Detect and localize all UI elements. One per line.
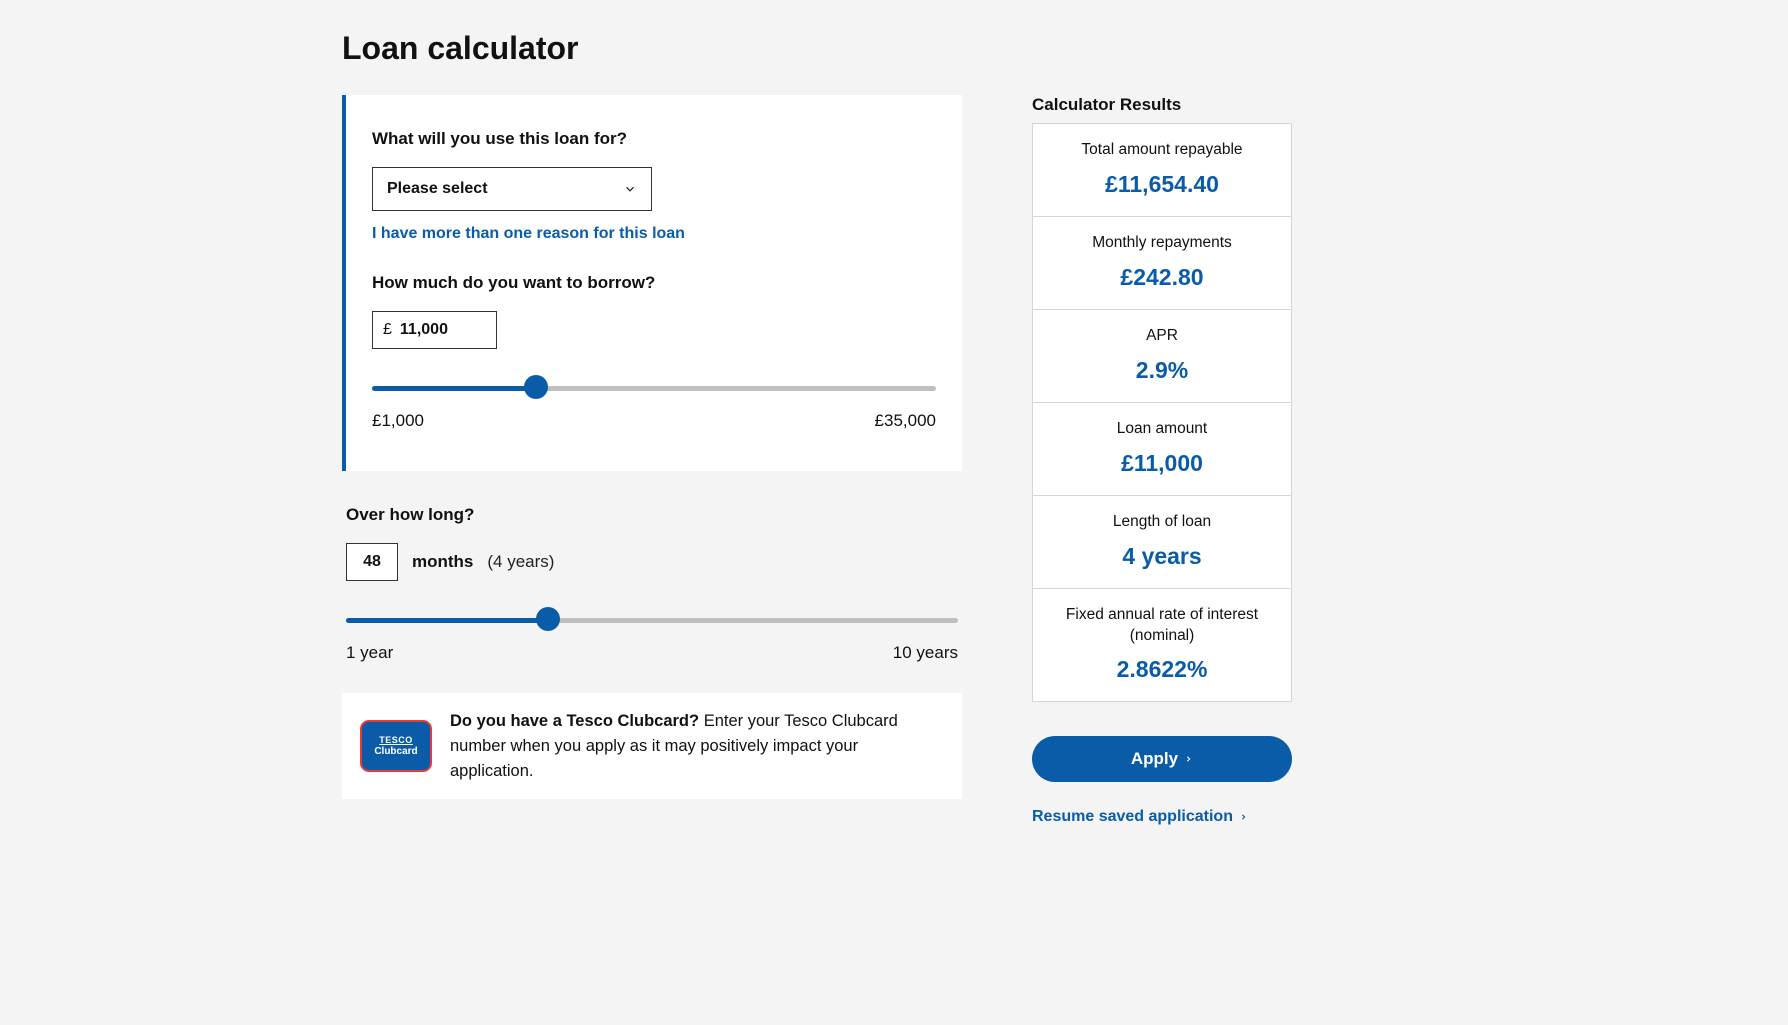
- purpose-select[interactable]: Please select: [372, 167, 652, 211]
- currency-symbol: £: [383, 321, 392, 339]
- term-label: Over how long?: [346, 505, 958, 525]
- term-slider-fill: [346, 618, 548, 623]
- purpose-label: What will you use this loan for?: [372, 129, 936, 149]
- term-slider-handle[interactable]: [536, 607, 560, 631]
- months-years-hint: (4 years): [487, 552, 554, 572]
- result-value: 2.8622%: [1045, 656, 1279, 683]
- purpose-select-value: Please select: [387, 180, 488, 198]
- amount-value: 11,000: [400, 321, 448, 339]
- term-max-label: 10 years: [893, 643, 958, 663]
- amount-block: How much do you want to borrow? £ 11,000…: [372, 273, 936, 431]
- clubcard-badge-line2: Clubcard: [374, 746, 417, 758]
- result-label: APR: [1045, 326, 1279, 347]
- months-input[interactable]: 48: [346, 543, 398, 581]
- result-label: Length of loan: [1045, 512, 1279, 533]
- clubcard-panel: TESCO Clubcard Do you have a Tesco Clubc…: [342, 693, 962, 799]
- result-value: £11,000: [1045, 450, 1279, 477]
- result-value: £242.80: [1045, 264, 1279, 291]
- clubcard-badge-line1: TESCO: [379, 735, 413, 745]
- months-unit: months: [412, 552, 473, 572]
- results-title: Calculator Results: [1032, 95, 1292, 115]
- amount-min-label: £1,000: [372, 411, 424, 431]
- result-value: £11,654.40: [1045, 171, 1279, 198]
- term-slider[interactable]: [346, 609, 958, 631]
- result-label: Loan amount: [1045, 419, 1279, 440]
- clubcard-badge: TESCO Clubcard: [360, 720, 432, 772]
- term-block: Over how long? 48 months (4 years) 1 yea…: [342, 505, 962, 663]
- loan-form-card: What will you use this loan for? Please …: [342, 95, 962, 471]
- amount-max-label: £35,000: [875, 411, 936, 431]
- chevron-right-icon: [1239, 810, 1248, 824]
- amount-slider-fill: [372, 386, 536, 391]
- amount-slider-handle[interactable]: [524, 375, 548, 399]
- resume-application-link[interactable]: Resume saved application: [1032, 808, 1248, 826]
- result-row-monthly: Monthly repayments £242.80: [1033, 217, 1291, 310]
- apply-button[interactable]: Apply: [1032, 736, 1292, 782]
- result-label: Total amount repayable: [1045, 140, 1279, 161]
- result-value: 2.9%: [1045, 357, 1279, 384]
- result-row-length: Length of loan 4 years: [1033, 496, 1291, 589]
- results-box: Total amount repayable £11,654.40 Monthl…: [1032, 123, 1292, 702]
- result-label: Monthly repayments: [1045, 233, 1279, 254]
- result-row-loan-amount: Loan amount £11,000: [1033, 403, 1291, 496]
- multi-reason-link[interactable]: I have more than one reason for this loa…: [372, 225, 685, 243]
- amount-input[interactable]: £ 11,000: [372, 311, 497, 349]
- clubcard-text: Do you have a Tesco Clubcard? Enter your…: [450, 709, 944, 783]
- chevron-right-icon: [1184, 752, 1193, 766]
- amount-slider[interactable]: [372, 377, 936, 399]
- clubcard-text-bold: Do you have a Tesco Clubcard?: [450, 712, 699, 730]
- resume-link-label: Resume saved application: [1032, 808, 1233, 826]
- result-row-total: Total amount repayable £11,654.40: [1033, 124, 1291, 217]
- apply-button-label: Apply: [1131, 749, 1178, 769]
- purpose-block: What will you use this loan for? Please …: [372, 129, 936, 243]
- amount-label: How much do you want to borrow?: [372, 273, 936, 293]
- term-min-label: 1 year: [346, 643, 393, 663]
- result-row-apr: APR 2.9%: [1033, 310, 1291, 403]
- chevron-down-icon: [623, 182, 637, 196]
- page-title: Loan calculator: [342, 30, 1446, 67]
- result-label: Fixed annual rate of interest (nominal): [1045, 605, 1279, 647]
- result-value: 4 years: [1045, 543, 1279, 570]
- result-row-fixed-rate: Fixed annual rate of interest (nominal) …: [1033, 589, 1291, 702]
